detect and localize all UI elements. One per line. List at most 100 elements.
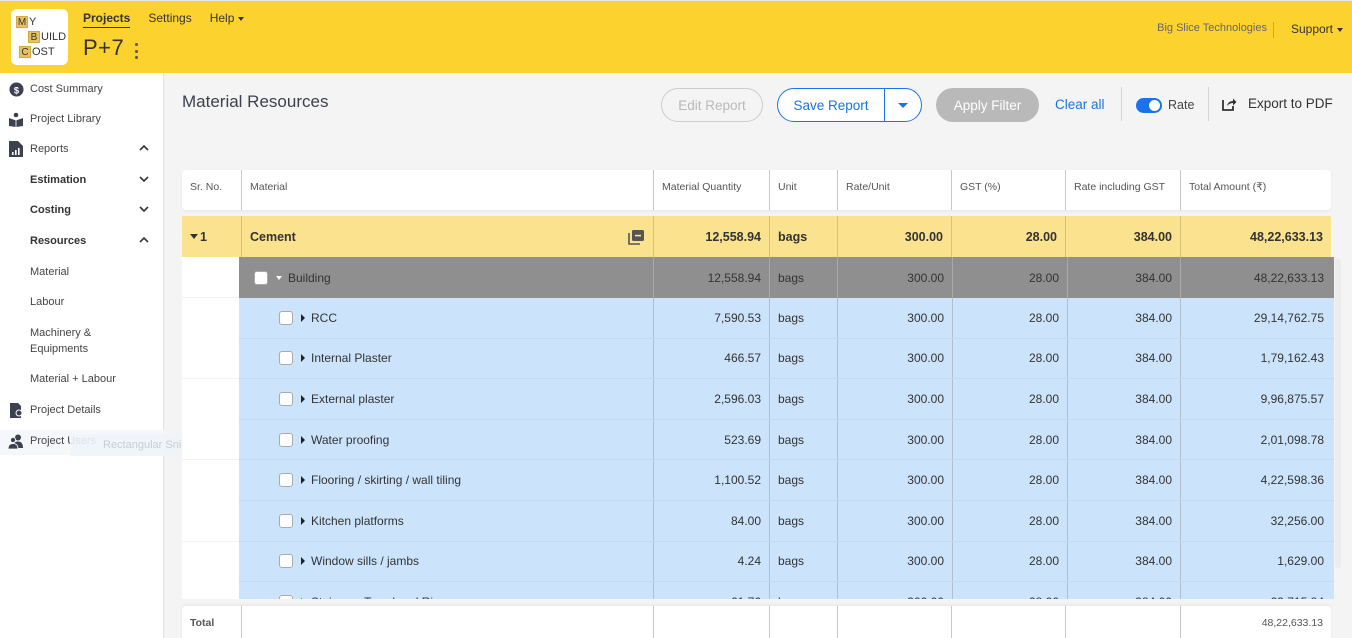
cell-total: 2,01,098.78 <box>1260 432 1324 447</box>
group-expand[interactable]: 1 <box>182 216 242 257</box>
support-menu[interactable]: Support <box>1291 22 1343 36</box>
report-chart-icon <box>8 141 24 157</box>
chevron-down-icon[interactable] <box>138 175 150 186</box>
row-checkbox[interactable] <box>279 513 293 528</box>
cell-total: 29,14,762.75 <box>1253 310 1324 325</box>
save-options-dropdown[interactable] <box>885 102 921 108</box>
caret-right-icon[interactable] <box>301 557 305 566</box>
project-name: P+7 <box>83 35 125 60</box>
row-checkbox[interactable] <box>279 391 293 406</box>
caret-right-icon[interactable] <box>301 516 305 525</box>
row-checkbox[interactable] <box>279 594 293 599</box>
cell-total: 23,715.84 <box>1181 582 1334 599</box>
sidebar-item-project-details[interactable]: Project Details <box>0 402 164 418</box>
sidebar-item-material-labour[interactable]: Material + Labour <box>0 371 164 387</box>
caret-down-icon <box>190 234 198 239</box>
sidebar-item-labour[interactable]: Labour <box>0 294 164 310</box>
table-row[interactable]: External plaster 2,596.03 bags 300.00 28.00 3… <box>239 379 1334 420</box>
caret-right-icon[interactable] <box>301 313 305 322</box>
row-checkbox[interactable] <box>254 270 268 285</box>
caret-down-icon <box>898 102 908 108</box>
table-row[interactable]: Internal Plaster 466.57 bags 300.00 28.00 384… <box>239 338 1334 380</box>
cell-rate: 300.00 <box>838 582 953 599</box>
caret-down-icon <box>238 16 245 21</box>
clear-all-link[interactable]: Clear all <box>1055 97 1105 112</box>
save-report-button[interactable]: Save Report <box>778 98 884 113</box>
cell-rate: 300.00 <box>838 338 953 379</box>
rate-toggle[interactable] <box>1136 98 1162 113</box>
row-material-name: Internal Plaster <box>311 351 392 366</box>
sidebar-item-material[interactable]: Material <box>0 264 164 280</box>
sidebar-item-estimation[interactable]: Estimation <box>0 172 164 188</box>
nav-settings[interactable]: Settings <box>148 11 191 28</box>
table-scrollbar[interactable] <box>1335 258 1341 568</box>
table-row[interactable]: Flooring / skirting / wall tiling 1,100.5… <box>239 460 1334 501</box>
cell-total: 1,629.00 <box>1277 554 1324 569</box>
row-checkbox[interactable] <box>279 432 293 447</box>
cell-unit: bags <box>770 419 838 460</box>
sidebar-item-cost-summary[interactable]: $ Cost Summary <box>0 81 164 97</box>
svg-text:$: $ <box>13 85 19 95</box>
chevron-up-icon[interactable] <box>138 236 150 247</box>
row-material-name: RCC <box>311 310 337 325</box>
cell-quantity: 61.76 <box>654 582 770 599</box>
row-checkbox[interactable] <box>279 310 293 325</box>
col-rate-incl-gst[interactable]: Rate including GST <box>1066 170 1181 210</box>
col-rate[interactable]: Rate/Unit <box>838 170 952 210</box>
sidebar-item-resources[interactable]: Resources <box>0 233 164 249</box>
col-quantity[interactable]: Material Quantity <box>654 170 770 210</box>
apply-filter-button[interactable]: Apply Filter <box>936 88 1039 122</box>
caret-down-icon <box>1337 27 1343 32</box>
col-gst[interactable]: GST (%) <box>952 170 1066 210</box>
table-row[interactable]: Kitchen platforms 84.00 bags 300.00 28.00 384… <box>239 501 1334 542</box>
sidebar-item-costing[interactable]: Costing <box>0 202 164 218</box>
dollar-circle-icon: $ <box>8 81 24 97</box>
caret-right-icon[interactable] <box>301 476 305 485</box>
caret-down-icon[interactable] <box>276 275 282 280</box>
table-row[interactable]: Staircase Tread and Riser 61.76bags300.00… <box>239 582 1334 599</box>
edit-report-button[interactable]: Edit Report <box>661 88 763 122</box>
caret-right-icon[interactable] <box>301 597 305 599</box>
cell-unit: bags <box>770 379 838 419</box>
col-sr-no[interactable]: Sr. No. <box>182 170 242 210</box>
sidebar-item-reports[interactable]: Reports <box>0 141 164 157</box>
table-body-scroll[interactable]: RCC 7,590.53 bags 300.00 28.00 384.00 29,14,76… <box>239 298 1334 599</box>
col-unit[interactable]: Unit <box>770 170 838 210</box>
collapse-all-icon[interactable] <box>628 229 645 248</box>
top-nav: Projects Settings Help <box>83 11 262 28</box>
row-material-name: Staircase Tread and Riser <box>311 595 450 599</box>
caret-right-icon[interactable] <box>301 435 305 444</box>
cell-unit: bags <box>770 298 838 338</box>
table-row[interactable]: Window sills / jambs 4.24 bags 300.00 28.00 3… <box>239 541 1334 583</box>
row-checkbox[interactable] <box>279 473 293 488</box>
caret-right-icon[interactable] <box>301 394 305 403</box>
nav-projects[interactable]: Projects <box>83 11 131 28</box>
sidebar-item-project-library[interactable]: Project Library <box>0 111 164 127</box>
cell-quantity: 1,100.52 <box>654 460 770 500</box>
row-checkbox[interactable] <box>279 351 293 366</box>
cell-total: 4,22,598.36 <box>1260 473 1324 488</box>
cell-unit: bags <box>770 501 838 541</box>
nav-help[interactable]: Help <box>210 11 245 28</box>
cell-gst: 28.00 <box>953 419 1068 460</box>
group-row-cement[interactable]: 1 Cement 12,558.94 bags 300.00 28.00 384… <box>182 216 1331 257</box>
chevron-up-icon[interactable] <box>138 144 150 155</box>
group-material-name: Cement <box>250 229 296 244</box>
chevron-down-icon[interactable] <box>138 205 150 216</box>
export-pdf-button[interactable]: Export to PDF <box>1222 96 1333 111</box>
subgroup-row-building[interactable]: Building 12,558.94 bags 300.00 28.00 384… <box>239 257 1334 298</box>
divider <box>1208 87 1209 121</box>
row-checkbox[interactable] <box>279 554 293 569</box>
page-title: Material Resources <box>182 92 329 111</box>
app-logo[interactable]: MY B UILD C OST <box>11 9 68 65</box>
export-icon <box>1222 98 1237 111</box>
col-material[interactable]: Material <box>242 170 654 210</box>
caret-right-icon[interactable] <box>301 354 305 363</box>
kebab-menu-icon[interactable] <box>133 43 139 59</box>
table-row[interactable]: Water proofing 523.69 bags 300.00 28.00 384.0… <box>239 419 1334 461</box>
total-row: Total 48,22,633.13 <box>182 606 1331 638</box>
sidebar-item-machinery[interactable]: Machinery & Equipments <box>0 325 164 357</box>
col-total-amount[interactable]: Total Amount (₹) <box>1181 170 1331 210</box>
table-row[interactable]: RCC 7,590.53 bags 300.00 28.00 384.00 29,14,76… <box>239 298 1334 339</box>
cell-gst: 28.00 <box>953 541 1068 582</box>
